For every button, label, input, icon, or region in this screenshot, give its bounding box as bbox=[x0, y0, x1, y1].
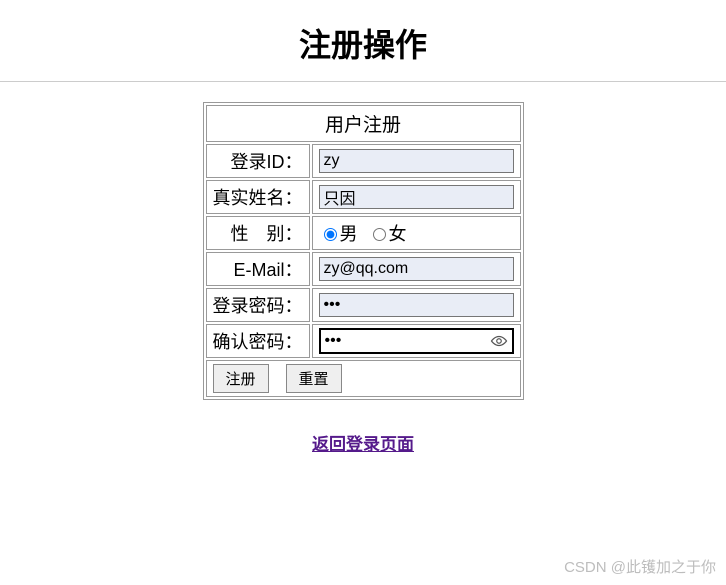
form-table: 用户注册 登录ID： 真实姓名： 性 别： bbox=[203, 102, 524, 400]
gender-female-radio[interactable] bbox=[373, 228, 386, 241]
email-label: E-Mail： bbox=[206, 252, 310, 286]
login-id-input[interactable] bbox=[319, 149, 514, 173]
confirm-password-label: 确认密码： bbox=[206, 324, 310, 358]
gender-label: 性 别： bbox=[206, 216, 310, 250]
real-name-label: 真实姓名： bbox=[206, 180, 310, 214]
email-input[interactable] bbox=[319, 257, 514, 281]
password-input[interactable] bbox=[319, 293, 514, 317]
real-name-input[interactable] bbox=[319, 185, 514, 209]
login-id-label: 登录ID： bbox=[206, 144, 310, 178]
eye-icon[interactable] bbox=[490, 334, 508, 348]
submit-button[interactable]: 注册 bbox=[213, 364, 269, 393]
password-label: 登录密码： bbox=[206, 288, 310, 322]
gender-male-radio[interactable] bbox=[324, 228, 337, 241]
page-heading: 注册操作 bbox=[0, 20, 726, 66]
gender-female-label: 女 bbox=[389, 220, 407, 246]
reset-button[interactable]: 重置 bbox=[286, 364, 342, 393]
gender-male-option[interactable]: 男 bbox=[319, 220, 358, 246]
register-form: 用户注册 登录ID： 真实姓名： 性 别： bbox=[203, 102, 524, 400]
watermark: CSDN @此镬加之于你 bbox=[564, 556, 716, 577]
back-to-login-link[interactable]: 返回登录页面 bbox=[312, 435, 414, 454]
divider bbox=[0, 81, 726, 82]
button-row: 注册 重置 bbox=[206, 360, 521, 397]
confirm-password-input[interactable] bbox=[319, 328, 514, 354]
form-title: 用户注册 bbox=[206, 105, 521, 142]
gender-male-label: 男 bbox=[340, 220, 358, 246]
gender-radio-group: 男 女 bbox=[319, 220, 514, 246]
gender-female-option[interactable]: 女 bbox=[368, 220, 407, 246]
